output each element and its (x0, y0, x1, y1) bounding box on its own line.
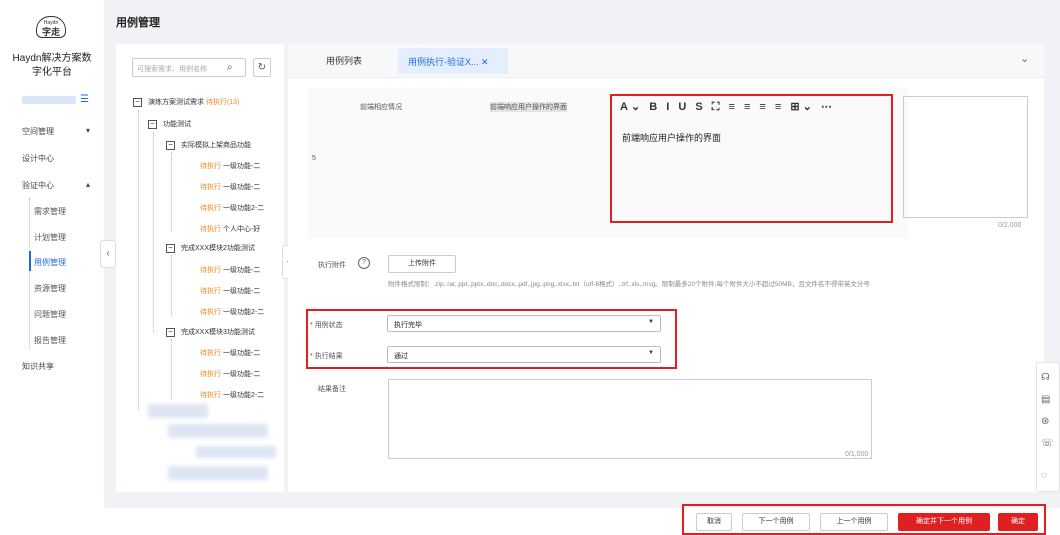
collapse-icon[interactable]: − (166, 243, 175, 253)
document-icon[interactable]: ▤ (1041, 394, 1050, 405)
cancel-button[interactable]: 取消 (696, 513, 732, 531)
step-expected: 前端响应用户操作的界面 (490, 102, 567, 112)
brand-name: Haydn解决方案数 字化平台 (12, 53, 92, 78)
phone-icon[interactable]: ☏ (1041, 438, 1054, 449)
headset-icon[interactable]: ☊ (1041, 372, 1050, 383)
confirm-next-button[interactable]: 确定并下一个用例 (898, 513, 990, 531)
chat-icon[interactable]: ◌ (1041, 470, 1047, 481)
step-index: 5 (312, 155, 316, 162)
note-count: 0/1,000 (845, 451, 869, 458)
collapse-icon[interactable]: − (148, 119, 157, 129)
note-label: 结果备注 (318, 386, 346, 393)
sidebar-item-issues[interactable]: 问题管理 (34, 309, 66, 320)
tree-case[interactable]: 待执行 一级功能-二 (200, 265, 260, 275)
blurred-node (168, 466, 268, 480)
blurred-node (168, 424, 268, 438)
user-info[interactable] (22, 96, 76, 104)
help-icon[interactable]: ? (358, 257, 370, 269)
tree-case[interactable]: 待执行 一级功能-二 (200, 286, 260, 296)
result-label: * 执行结果 (310, 353, 343, 360)
confirm-button[interactable]: 确定 (998, 513, 1038, 531)
status-select[interactable]: 执行完毕 ▼ (387, 315, 661, 332)
editor-content[interactable]: 前端响应用户操作的界面 (622, 131, 721, 144)
status-label: * 用例状态 (310, 322, 343, 329)
sidebar-item-verify[interactable]: 验证中心 ▴ (22, 180, 90, 191)
collapse-icon[interactable]: − (166, 140, 175, 150)
tree-group[interactable]: − 完成XXX模块3功能测试 (166, 327, 255, 337)
tree-case[interactable]: 待执行 一级功能2-二 (200, 307, 264, 317)
collapse-sidebar-button[interactable]: ‹ (100, 240, 116, 268)
chevron-up-icon: ▴ (86, 180, 91, 189)
tree-group[interactable]: − 完成XXX模块2功能测试 (166, 243, 255, 253)
tree-case[interactable]: 待执行 一级功能2-二 (200, 203, 264, 213)
page-title: 用例管理 (116, 17, 160, 29)
search-icon[interactable]: ⌕ (227, 62, 233, 73)
tab-case-list[interactable]: 用例列表 (326, 54, 362, 67)
tab-case-exec[interactable]: 用例执行-验证X... ✕ (398, 48, 508, 74)
share-icon[interactable]: ⊛ (1041, 416, 1049, 427)
tree-node-functional[interactable]: − 功能测试 (148, 119, 191, 129)
sidebar-item-requirements[interactable]: 需求管理 (34, 206, 66, 217)
close-icon[interactable]: ✕ (481, 57, 489, 67)
next-case-button[interactable]: 下一个用例 (742, 513, 810, 531)
actual-result-textarea[interactable] (903, 96, 1028, 218)
upload-button[interactable]: 上传附件 (388, 255, 456, 273)
menu-toggle-icon[interactable]: ☰ (80, 94, 89, 105)
refresh-button[interactable]: ↻ (253, 58, 271, 77)
chevron-down-icon[interactable]: ⌄ (1020, 52, 1029, 65)
dropdown-icon: ▼ (648, 319, 654, 325)
collapse-icon[interactable]: − (133, 97, 142, 107)
sidebar-item-design[interactable]: 设计中心 (22, 153, 54, 164)
dropdown-icon: ▼ (648, 350, 654, 356)
blurred-node (148, 404, 208, 418)
tree-case[interactable]: 待执行 个人中心-好 (200, 224, 260, 234)
result-select[interactable]: 通过 ▼ (387, 346, 661, 363)
tree-case[interactable]: 待执行 一级功能-二 (200, 182, 260, 192)
sidebar-item-plans[interactable]: 计划管理 (34, 232, 66, 243)
tree-case[interactable]: 待执行 一级功能-二 (200, 348, 260, 358)
attach-label: 执行附件 (318, 262, 346, 269)
sidebar-item-space[interactable]: 空间管理 ▾ (22, 126, 90, 137)
sidebar-item-resources[interactable]: 资源管理 (34, 283, 66, 294)
tree-group[interactable]: − 实际模拟上架商品功能 (166, 140, 251, 150)
step-precondition: 前端相应情况 (360, 104, 402, 111)
active-indicator (29, 251, 31, 271)
sidebar-item-cases[interactable]: 用例管理 (34, 257, 66, 268)
sidebar-item-knowledge[interactable]: 知识共享 (22, 361, 54, 372)
sidebar-item-reports[interactable]: 报告管理 (34, 335, 66, 346)
tree-root[interactable]: − 演练方案测试需求 待执行(13) (133, 97, 239, 107)
collapse-icon[interactable]: − (166, 327, 175, 337)
chevron-down-icon: ▾ (86, 126, 91, 135)
tree-case[interactable]: 待执行 一级功能-二 (200, 161, 260, 171)
tree-case[interactable]: 待执行 一级功能-二 (200, 369, 260, 379)
attach-hint: 附件格式限制：.zip,.rar,.ppt,.pptx,.doc,.docx,.… (388, 281, 870, 288)
blurred-node (196, 446, 276, 458)
char-count: 0/2,000 (998, 222, 1022, 229)
editor-toolbar[interactable]: A⌄ B I U S ⛶ ≡ ≡ ≡ ≡ ⊞⌄ ⋯ (620, 100, 835, 114)
brand-logo: Haydn 字走 (36, 16, 66, 38)
note-textarea[interactable] (388, 379, 872, 459)
prev-case-button[interactable]: 上一个用例 (820, 513, 888, 531)
tree-case[interactable]: 待执行 一级功能2-二 (200, 390, 264, 400)
